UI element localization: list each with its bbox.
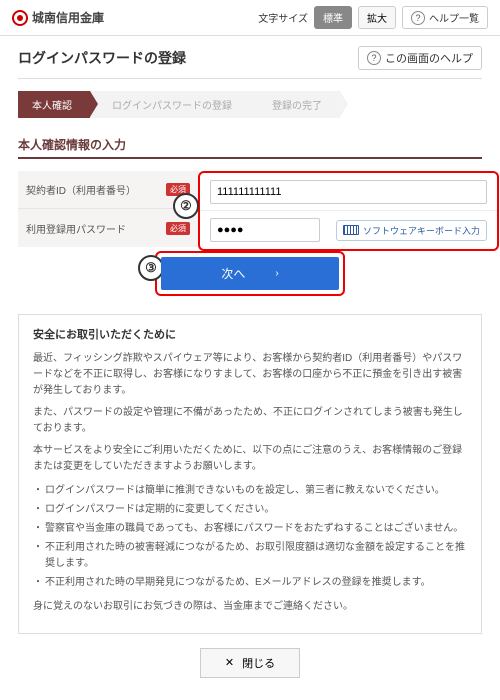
- callout-2: ②: [173, 193, 199, 219]
- next-button[interactable]: 次へ ›: [161, 257, 338, 290]
- question-icon: ?: [411, 11, 425, 25]
- software-keyboard-button[interactable]: ソフトウェアキーボード入力: [336, 220, 487, 241]
- page-help-button[interactable]: ? この画面のヘルプ: [358, 46, 482, 70]
- section-title: 本人確認情報の入力: [18, 136, 482, 159]
- notice-p2: また、パスワードの設定や管理に不備があったため、不正にログインされてしまう被害も…: [33, 405, 467, 437]
- notice-title: 安全にお取引いただくために: [33, 327, 467, 345]
- brand-logo: 城南信用金庫: [12, 9, 104, 26]
- step-2: ログインパスワードの登録: [90, 91, 250, 118]
- notice-p3: 本サービスをより安全にご利用いただくために、以下の点にご注意のうえ、お客様情報の…: [33, 443, 467, 475]
- logo-icon: [12, 10, 28, 26]
- software-keyboard-label: ソフトウェアキーボード入力: [363, 224, 480, 237]
- close-button[interactable]: ✕ 閉じる: [200, 648, 300, 678]
- font-size-standard-button[interactable]: 標準: [314, 6, 352, 29]
- notice-item: ログインパスワードは定期的に変更してください。: [33, 502, 467, 518]
- notice-item: 不正利用された時の早期発見につながるため、Eメールアドレスの登録を推奨します。: [33, 575, 467, 591]
- security-notice: 安全にお取引いただくために 最近、フィッシング詐欺やスパイウェア等により、お客様…: [18, 314, 482, 634]
- page-help-label: この画面のヘルプ: [385, 50, 473, 66]
- question-icon: ?: [367, 51, 381, 65]
- contract-id-input[interactable]: [210, 180, 487, 204]
- registration-password-label: 利用登録用パスワード: [26, 221, 126, 236]
- required-badge: 必須: [166, 222, 190, 235]
- notice-item: 警察官や当金庫の職員であっても、お客様にパスワードをおたずねすることはございませ…: [33, 521, 467, 537]
- step-3: 登録の完了: [250, 91, 340, 118]
- notice-item: 不正利用された時の被害軽減につながるため、お取引限度額は適切な金額を設定すること…: [33, 540, 467, 572]
- help-list-button[interactable]: ? ヘルプ一覧: [402, 6, 488, 29]
- contract-id-label: 契約者ID（利用者番号）: [26, 182, 136, 197]
- next-button-label: 次へ: [221, 265, 245, 282]
- step-1: 本人確認: [18, 91, 90, 118]
- notice-item: ログインパスワードは簡単に推測できないものを設定し、第三者に教えないでください。: [33, 483, 467, 499]
- font-size-label: 文字サイズ: [258, 10, 308, 25]
- brand-name: 城南信用金庫: [32, 9, 104, 26]
- help-list-label: ヘルプ一覧: [429, 10, 479, 25]
- close-label: 閉じる: [242, 655, 275, 671]
- page-title: ログインパスワードの登録: [18, 48, 186, 68]
- step-indicator: 本人確認 ログインパスワードの登録 登録の完了: [18, 91, 482, 118]
- notice-p4: 身に覚えのないお取引にお気づきの際は、当金庫までご連絡ください。: [33, 599, 467, 615]
- callout-3: ③: [138, 255, 164, 281]
- registration-password-input[interactable]: [210, 218, 320, 242]
- keyboard-icon: [343, 225, 359, 235]
- close-icon: ✕: [225, 656, 234, 669]
- notice-p1: 最近、フィッシング詐欺やスパイウェア等により、お客様から契約者ID（利用者番号）…: [33, 351, 467, 399]
- chevron-right-icon: ›: [275, 268, 278, 279]
- font-size-large-button[interactable]: 拡大: [358, 6, 396, 29]
